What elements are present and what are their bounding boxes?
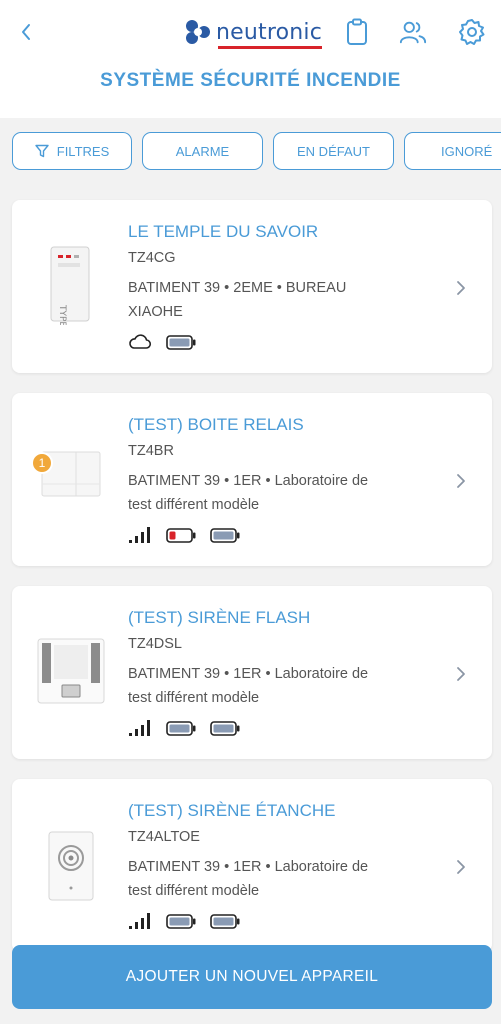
device-card[interactable]: 1 (TEST) BOITE RELAIS TZ4BR BATIMENT 39 … [12,393,492,566]
clipboard-button[interactable] [343,18,371,46]
svg-text:TYPE 4: TYPE 4 [57,304,67,325]
device-image [26,429,116,519]
filter-alarm-label: ALARME [175,143,230,159]
device-location: BATIMENT 39 • 1ER • Laboratoire de test … [128,469,428,517]
device-status-icons [128,526,240,544]
open-device-button[interactable] [454,664,468,684]
chevron-right-icon [457,667,465,681]
brand-name: neutronic [216,19,323,49]
device-code: TZ4BR [128,443,174,459]
settings-button[interactable] [458,18,486,46]
open-device-button[interactable] [454,471,468,491]
app-header: neutronic SYSTÈME SÉCURITÉ INCENDIE [0,0,501,118]
alert-count-badge: 1 [31,452,53,474]
battery-full-icon [210,913,240,929]
device-status-icons [128,912,240,930]
device-card[interactable]: (TEST) SIRÈNE ÉTANCHE TZ4ALTOE BATIMENT … [12,779,492,952]
device-status-icons [128,719,240,737]
cloud-icon [129,334,152,349]
battery-full-icon [210,720,240,736]
siren-flash-device-icon [37,638,105,704]
battery-full-icon [210,527,240,543]
device-location-line: BATIMENT 39 • 1ER • Laboratoire de [128,859,369,875]
device-card[interactable]: TYPE 4 LE TEMPLE DU SAVOIR TZ4CG BATIMEN… [12,200,492,373]
clipboard-icon [347,18,367,45]
battery-full-icon [166,913,196,929]
filter-fault-chip[interactable]: EN DÉFAUT [273,132,394,170]
device-name: (TEST) SIRÈNE FLASH [128,608,311,627]
chevron-right-icon [457,281,465,295]
funnel-icon [35,144,49,158]
device-location-line: BATIMENT 39 • 2EME • BUREAU [128,280,347,296]
device-location: BATIMENT 39 • 2EME • BUREAU XIAOHE [128,276,428,324]
device-code: TZ4DSL [128,636,182,652]
battery-full-icon [166,720,196,736]
filter-ignored-label: IGNORÉ [441,143,493,159]
page-title: SYSTÈME SÉCURITÉ INCENDIE [100,70,401,91]
device-location-line: BATIMENT 39 • 1ER • Laboratoire de [128,473,369,489]
device-code: TZ4ALTOE [128,829,200,845]
device-image [26,626,116,716]
device-card[interactable]: (TEST) SIRÈNE FLASH TZ4DSL BATIMENT 39 •… [12,586,492,759]
chevron-right-icon [457,860,465,874]
device-location-line: test différent modèle [128,690,260,706]
gear-icon [459,19,485,45]
users-icon [399,21,427,44]
waterproof-siren-device-icon [48,831,94,901]
battery-low-icon [166,527,196,543]
device-code: TZ4CG [128,250,176,266]
device-location-line: test différent modèle [128,883,260,899]
device-name: (TEST) BOITE RELAIS [128,415,304,434]
brand-logo: neutronic [184,14,323,50]
signal-icon [129,913,150,929]
device-image: TYPE 4 [26,240,116,330]
filter-button[interactable]: FILTRES [12,132,132,170]
detector-device-icon: TYPE 4 [50,246,90,325]
back-button[interactable] [16,18,36,46]
filter-fault-label: EN DÉFAUT [297,143,370,159]
device-location-line: BATIMENT 39 • 1ER • Laboratoire de [128,666,369,682]
device-location: BATIMENT 39 • 1ER • Laboratoire de test … [128,855,428,903]
signal-icon [129,720,150,736]
device-status-icons [128,334,196,350]
add-device-label: AJOUTER UN NOUVEL APPAREIL [125,968,379,985]
open-device-button[interactable] [454,857,468,877]
device-image [26,821,116,911]
device-location: BATIMENT 39 • 1ER • Laboratoire de test … [128,662,428,710]
neutronic-logo-icon [186,20,210,44]
device-location-line: test différent modèle [128,497,260,513]
device-name: LE TEMPLE DU SAVOIR [128,222,319,241]
signal-icon [129,527,150,543]
users-button[interactable] [399,18,427,46]
device-location-line: XIAOHE [128,304,183,320]
battery-full-icon [166,334,196,350]
filter-alarm-chip[interactable]: ALARME [142,132,263,170]
chevron-right-icon [457,474,465,488]
filter-bar: FILTRES ALARME EN DÉFAUT IGNORÉ [12,132,501,172]
device-name: (TEST) SIRÈNE ÉTANCHE [128,801,336,820]
open-device-button[interactable] [454,278,468,298]
add-device-button[interactable]: AJOUTER UN NOUVEL APPAREIL [12,945,492,1009]
chevron-left-icon [22,24,30,40]
filter-ignored-chip[interactable]: IGNORÉ [404,132,501,170]
filter-label: FILTRES [56,143,110,159]
